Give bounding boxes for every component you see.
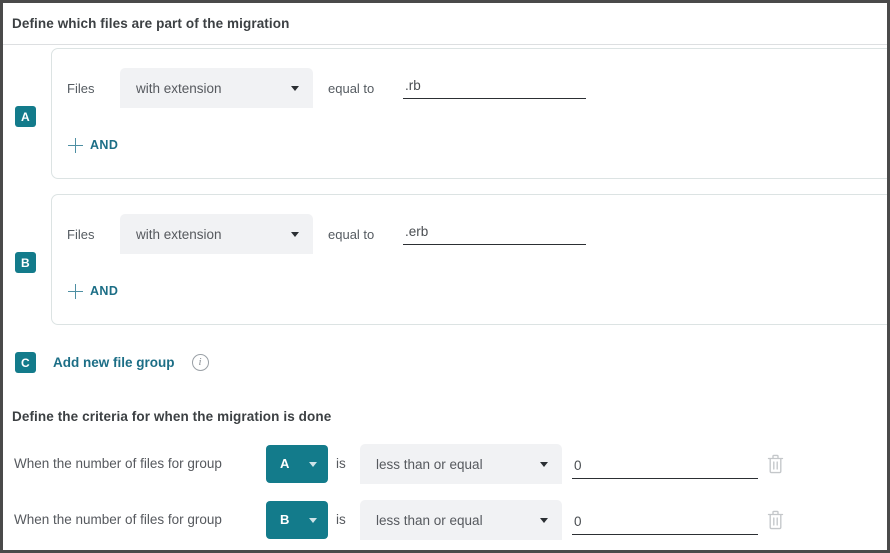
chevron-down-icon — [309, 462, 317, 467]
criteria-operator-select-a[interactable]: less than or equal — [360, 444, 562, 484]
files-row-label-a: Files — [67, 81, 95, 96]
criteria-row: When the number of files for group B is … — [3, 499, 887, 543]
info-icon[interactable]: i — [191, 354, 209, 371]
criteria-operator-select-a-value: less than or equal — [376, 456, 483, 472]
condition-select-a-value: with extension — [136, 80, 222, 96]
criteria-value-input-a[interactable]: 0 — [572, 449, 758, 479]
criteria-value-input-b[interactable]: 0 — [572, 505, 758, 535]
operator-label-a: equal to — [328, 81, 375, 96]
criteria-row: When the number of files for group A is … — [3, 443, 887, 487]
criteria-operator-select-b[interactable]: less than or equal — [360, 500, 562, 540]
add-and-condition-a[interactable]: AND — [68, 135, 118, 155]
add-new-file-group-row[interactable]: C Add new file group i — [15, 352, 209, 373]
files-row-label-b: Files — [67, 227, 95, 242]
criteria-prefix-label: When the number of files for group — [14, 456, 222, 471]
criteria-is-label: is — [336, 456, 346, 471]
criteria-group-select-b[interactable]: B — [266, 501, 328, 539]
chevron-down-icon — [291, 232, 299, 237]
file-group-badge-a: A — [15, 106, 36, 127]
condition-select-b-value: with extension — [136, 226, 222, 242]
condition-select-a[interactable]: with extension — [120, 68, 313, 108]
plus-icon — [68, 137, 83, 153]
add-and-condition-b[interactable]: AND — [68, 281, 118, 301]
operator-label-b: equal to — [328, 227, 375, 242]
file-group-badge-c: C — [15, 352, 36, 373]
condition-select-b[interactable]: with extension — [120, 214, 313, 254]
chevron-down-icon — [540, 462, 548, 467]
criteria-group-select-a[interactable]: A — [266, 445, 328, 483]
chevron-down-icon — [309, 518, 317, 523]
and-label-b: AND — [90, 284, 119, 298]
criteria-group-select-b-value: B — [280, 512, 290, 527]
extension-value-input-b[interactable]: .erb — [403, 215, 586, 245]
migration-settings-panel: Define which files are part of the migra… — [0, 0, 890, 553]
criteria-prefix-label: When the number of files for group — [14, 512, 222, 527]
criteria-group-select-a-value: A — [280, 456, 290, 471]
chevron-down-icon — [540, 518, 548, 523]
chevron-down-icon — [291, 86, 299, 91]
extension-value-input-a[interactable]: .rb — [403, 69, 586, 99]
and-label-a: AND — [90, 138, 119, 152]
header-divider — [3, 44, 887, 45]
criteria-section-title: Define the criteria for when the migrati… — [12, 409, 332, 424]
files-section-title: Define which files are part of the migra… — [12, 16, 290, 31]
plus-icon — [68, 283, 83, 299]
add-new-file-group-link[interactable]: Add new file group — [53, 355, 175, 370]
file-group-badge-b: B — [15, 252, 36, 273]
trash-icon[interactable] — [766, 509, 785, 531]
criteria-is-label: is — [336, 512, 346, 527]
criteria-operator-select-b-value: less than or equal — [376, 512, 483, 528]
trash-icon[interactable] — [766, 453, 785, 475]
